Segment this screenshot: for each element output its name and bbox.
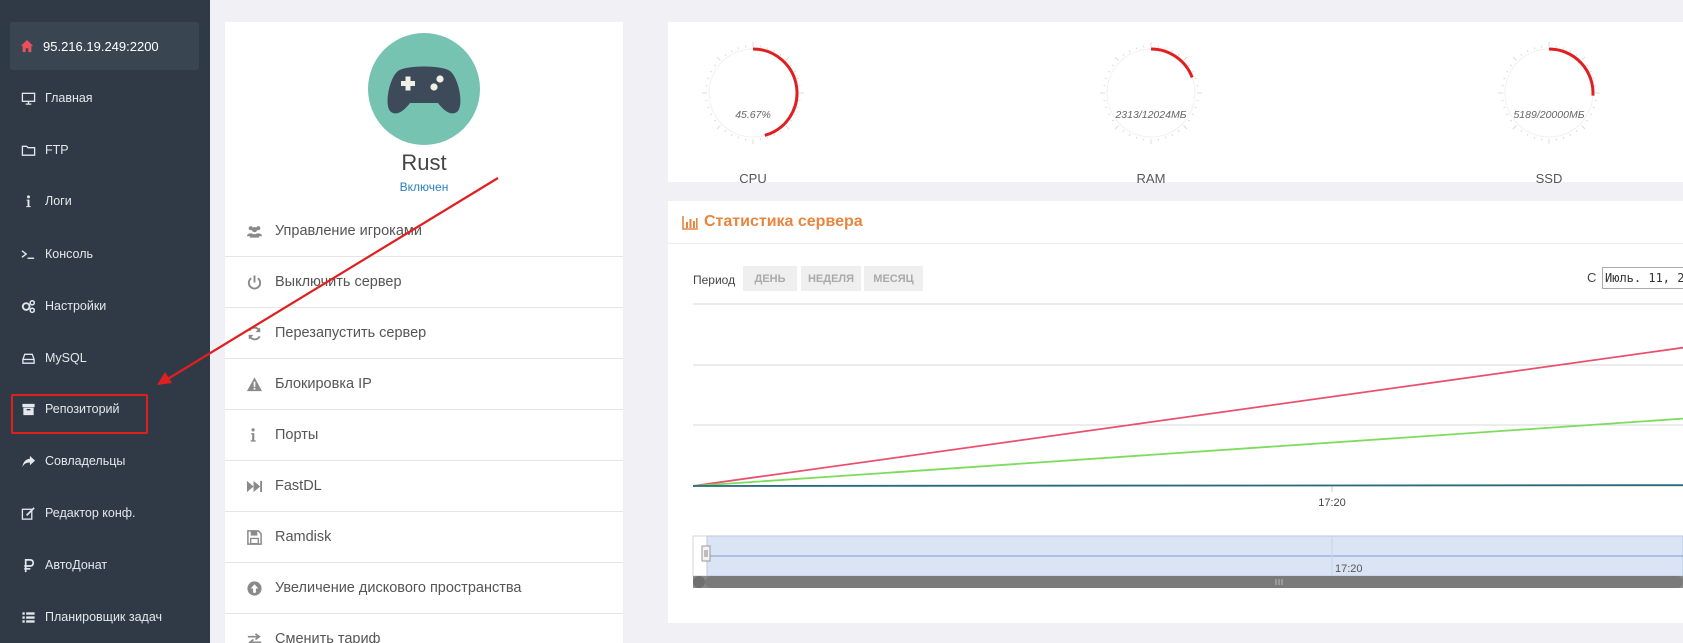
annotation-arrow xyxy=(157,177,499,385)
